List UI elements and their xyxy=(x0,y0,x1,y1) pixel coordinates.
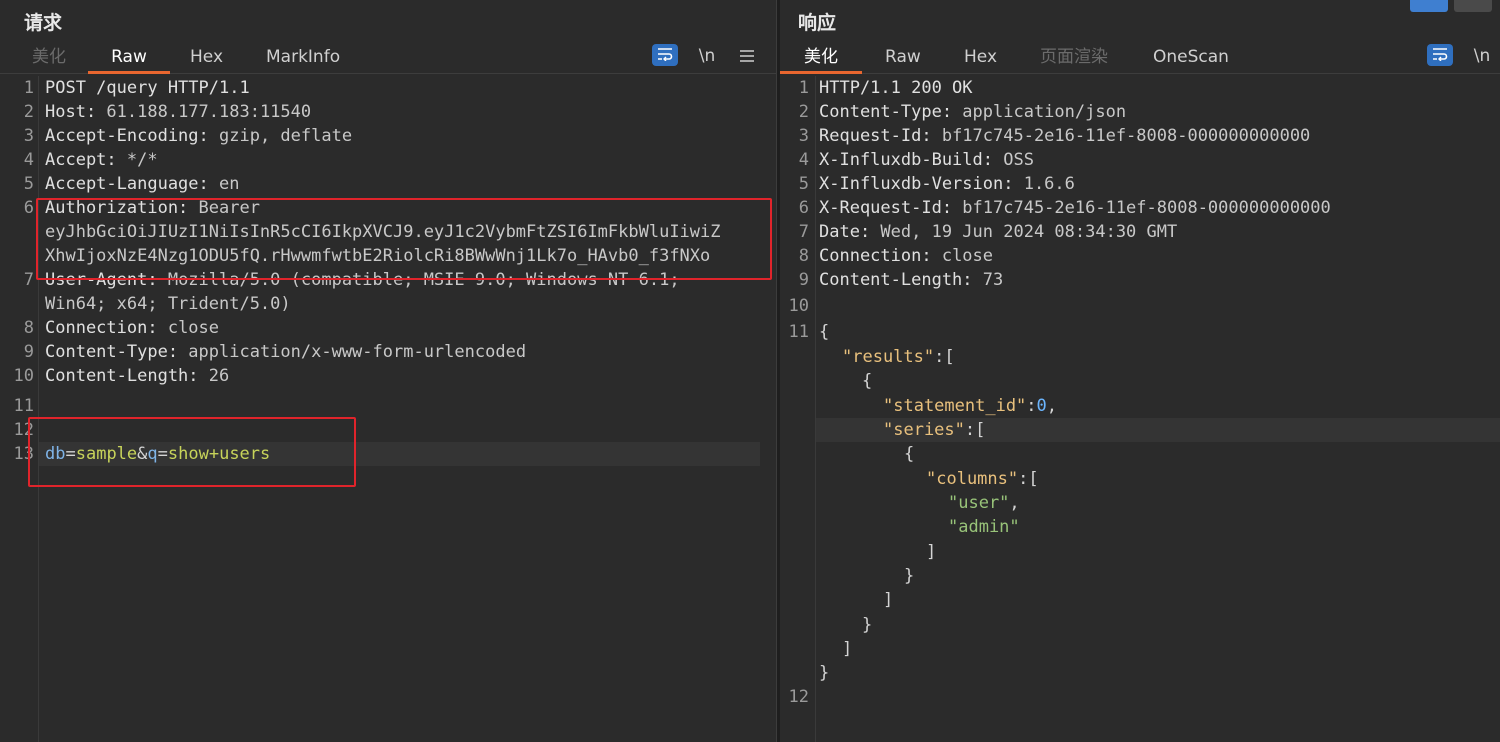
response-tab-onescan[interactable]: OneScan xyxy=(1143,46,1239,74)
response-editor[interactable]: 1 HTTP/1.1 200 OK 2 Content-Type: applicat… xyxy=(780,76,1500,742)
newline-toggle-button[interactable]: \n xyxy=(1470,44,1494,70)
request-tab-pretty[interactable]: 美化 xyxy=(22,46,76,74)
word-wrap-icon[interactable] xyxy=(1427,44,1453,66)
request-editor[interactable]: 1 POST /query HTTP/1.1 2 Host: 61.188.177.… xyxy=(0,76,776,742)
layout-stack-icon[interactable] xyxy=(1454,0,1492,12)
authorization-highlight-box xyxy=(36,198,772,280)
body-highlight-box xyxy=(28,417,356,487)
request-pane: 请求 美化 Raw Hex MarkInfo \n 1 POST /query H… xyxy=(0,0,776,742)
response-tab-raw[interactable]: Raw xyxy=(875,46,931,74)
response-title: 响应 xyxy=(798,12,837,34)
request-title: 请求 xyxy=(24,12,63,34)
request-tab-hex[interactable]: Hex xyxy=(180,46,233,74)
response-tabbar: 美化 Raw Hex 页面渲染 OneScan \n xyxy=(780,40,1500,74)
request-tab-markinfo[interactable]: MarkInfo xyxy=(256,46,350,74)
response-tab-hex[interactable]: Hex xyxy=(954,46,1007,74)
layout-split-icon[interactable] xyxy=(1410,0,1448,12)
word-wrap-icon[interactable] xyxy=(652,44,678,66)
response-tab-pretty[interactable]: 美化 xyxy=(780,46,862,74)
response-tab-render[interactable]: 页面渲染 xyxy=(1030,46,1118,74)
response-pane: 响应 美化 Raw Hex 页面渲染 OneScan \n 1 HTTP/1.1 … xyxy=(780,0,1500,742)
menu-icon[interactable] xyxy=(734,44,760,70)
request-tabbar: 美化 Raw Hex MarkInfo \n xyxy=(0,40,776,74)
request-tab-raw[interactable]: Raw xyxy=(88,46,170,74)
layout-buttons xyxy=(1410,0,1500,14)
newline-toggle-button[interactable]: \n xyxy=(694,44,720,70)
